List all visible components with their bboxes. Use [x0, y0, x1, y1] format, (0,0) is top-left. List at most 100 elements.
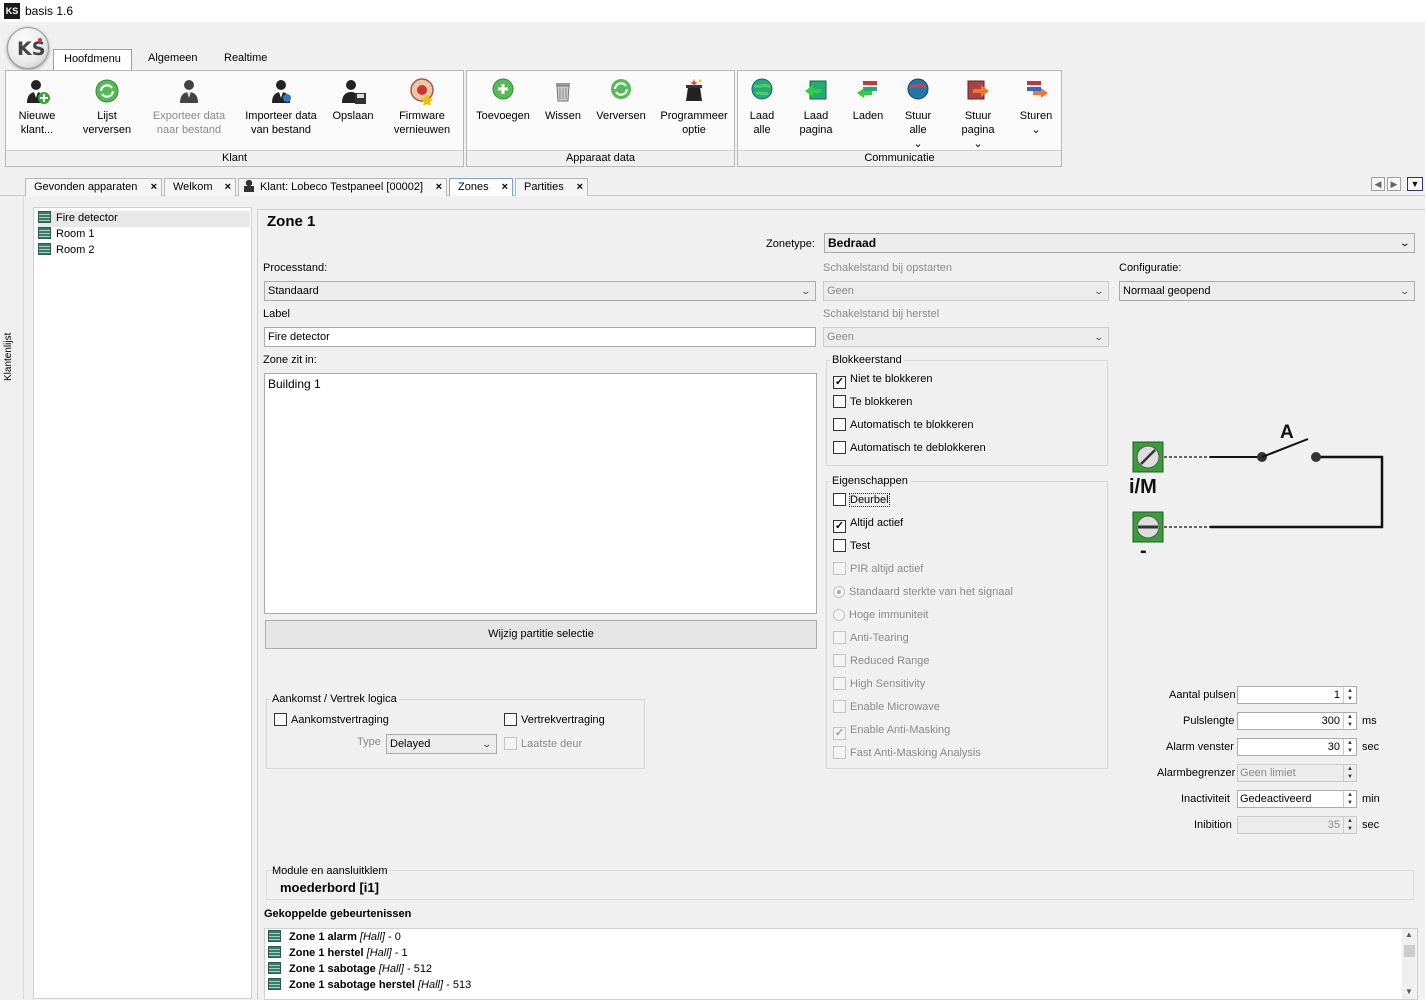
- checkbox-box[interactable]: [833, 395, 846, 408]
- tab-klant[interactable]: Klant: Lobeco Testpaneel [00002] ×: [238, 178, 447, 196]
- checkbox-box[interactable]: ✓: [833, 376, 846, 389]
- checkbox-automatisch-blokkeren[interactable]: Automatisch te blokkeren: [833, 418, 974, 434]
- scroll-up-icon[interactable]: ▲: [1405, 930, 1413, 939]
- list-item[interactable]: Zone 1 alarm [Hall] - 0: [268, 930, 401, 946]
- list-item[interactable]: Zone 1 herstel [Hall] - 1: [268, 946, 408, 962]
- checkbox-box[interactable]: [833, 677, 846, 690]
- tab-partities[interactable]: Partities ×: [515, 178, 588, 196]
- checkbox-box[interactable]: [833, 418, 846, 431]
- checkbox-box[interactable]: [833, 539, 846, 552]
- checkbox-box[interactable]: [833, 700, 846, 713]
- send-all-button[interactable]: Stuur alle ⌄: [896, 77, 940, 151]
- radio-standaard-sterkte[interactable]: Standaard sterkte van het signaal: [833, 585, 1013, 601]
- checkbox-laatste-deur[interactable]: Laatste deur: [504, 737, 582, 753]
- spinner-arrows-icon[interactable]: ▲ ▼: [1343, 687, 1356, 703]
- checkbox-fast-anti-masking[interactable]: Fast Anti-Masking Analysis: [833, 746, 981, 762]
- checkbox-enable-anti-masking[interactable]: ✓ Enable Anti-Masking: [833, 723, 950, 740]
- checkbox-box[interactable]: [833, 746, 846, 759]
- new-client-button[interactable]: Nieuwe klant...: [8, 77, 66, 137]
- configuration-select[interactable]: Normaal geopend ⌄: [1119, 281, 1415, 301]
- tab-hoofdmenu[interactable]: Hoofdmenu: [53, 49, 132, 70]
- events-scrollbar[interactable]: ▲ ▼: [1402, 929, 1417, 999]
- checkbox-enable-microwave[interactable]: Enable Microwave: [833, 700, 940, 716]
- spinner-arrows-icon[interactable]: ▲ ▼: [1343, 817, 1356, 833]
- checkbox-box[interactable]: [833, 631, 846, 644]
- type-select[interactable]: Delayed ⌄: [386, 734, 497, 754]
- tab-algemeen[interactable]: Algemeen: [138, 49, 208, 69]
- close-icon[interactable]: ×: [151, 179, 157, 195]
- checkbox-box[interactable]: ✓: [833, 727, 846, 740]
- scroll-down-icon[interactable]: ▼: [1405, 987, 1413, 996]
- tree-item-fire-detector[interactable]: Fire detector: [38, 211, 250, 227]
- checkbox-box[interactable]: [833, 654, 846, 667]
- firmware-renew-button[interactable]: Firmware vernieuwen: [386, 77, 458, 137]
- radio-button[interactable]: [833, 586, 845, 598]
- save-button[interactable]: Opslaan: [328, 77, 378, 123]
- refresh-device-button[interactable]: Verversen: [591, 77, 651, 123]
- tab-scroll-left-button[interactable]: ◀: [1371, 177, 1385, 191]
- startup-switch-select[interactable]: Geen ⌄: [823, 281, 1109, 301]
- checkbox-anti-tearing[interactable]: Anti-Tearing: [833, 631, 909, 647]
- spinner-arrows-icon[interactable]: ▲ ▼: [1343, 739, 1356, 755]
- tab-zones[interactable]: Zones ×: [449, 178, 513, 196]
- checkbox-te-blokkeren[interactable]: Te blokkeren: [833, 395, 912, 411]
- restore-switch-select[interactable]: Geen ⌄: [823, 327, 1109, 347]
- checkbox-box[interactable]: [833, 493, 846, 506]
- label-input[interactable]: Fire detector: [264, 327, 816, 347]
- close-icon[interactable]: ×: [225, 179, 231, 195]
- refresh-list-button[interactable]: Lijst verversen: [74, 77, 140, 137]
- spinner-arrows-icon[interactable]: ▲ ▼: [1343, 765, 1356, 781]
- param-pulse-length-spinner[interactable]: 300 ▲ ▼: [1237, 712, 1357, 730]
- param-inhibition-spinner[interactable]: 35 ▲ ▼: [1237, 816, 1357, 834]
- send-button[interactable]: Sturen ⌄: [1014, 77, 1058, 137]
- change-partition-button[interactable]: Wijzig partitie selectie: [265, 620, 817, 649]
- load-button[interactable]: Laden: [848, 77, 888, 123]
- tab-scroll-right-button[interactable]: ▶: [1387, 177, 1401, 191]
- param-alarm-window-spinner[interactable]: 30 ▲ ▼: [1237, 738, 1357, 756]
- send-page-button[interactable]: Stuur pagina ⌄: [952, 77, 1004, 151]
- checkbox-box[interactable]: [274, 713, 287, 726]
- checkbox-deurbel[interactable]: Deurbel: [833, 493, 890, 509]
- add-button[interactable]: Toevoegen: [471, 77, 535, 123]
- processtand-select[interactable]: Standaard ⌄: [264, 281, 816, 301]
- tab-welkom[interactable]: Welkom ×: [164, 178, 236, 196]
- import-data-button[interactable]: Importeer data van bestand: [238, 77, 324, 137]
- app-menu-button[interactable]: KS: [7, 27, 49, 69]
- zonetype-select[interactable]: Bedraad ⌄: [824, 233, 1415, 253]
- checkbox-box[interactable]: [504, 713, 517, 726]
- param-inactivity-spinner[interactable]: Gedeactiveerd ▲ ▼: [1237, 790, 1357, 808]
- checkbox-altijd-actief[interactable]: ✓ Altijd actief: [833, 516, 903, 533]
- close-icon[interactable]: ×: [502, 179, 508, 195]
- param-pulse-count-spinner[interactable]: 1 ▲ ▼: [1237, 686, 1357, 704]
- client-list-label[interactable]: Klantenlijst: [3, 333, 14, 381]
- checkbox-test[interactable]: Test: [833, 539, 870, 555]
- tree-item-room-2[interactable]: Room 2: [38, 243, 250, 259]
- zone-located-in-textarea[interactable]: Building 1: [264, 373, 817, 614]
- checkbox-niet-te-blokkeren[interactable]: ✓ Niet te blokkeren: [833, 372, 933, 389]
- checkbox-vertrekvertraging[interactable]: Vertrekvertraging: [504, 713, 605, 729]
- checkbox-box[interactable]: [504, 737, 517, 750]
- radio-hoge-immuniteit[interactable]: Hoge immuniteit: [833, 608, 928, 624]
- param-alarm-limiter-spinner[interactable]: Geen limiet ▲ ▼: [1237, 764, 1357, 782]
- delete-button[interactable]: Wissen: [541, 77, 585, 123]
- spinner-arrows-icon[interactable]: ▲ ▼: [1343, 713, 1356, 729]
- tab-gevonden-apparaten[interactable]: Gevonden apparaten ×: [25, 178, 162, 196]
- load-page-button[interactable]: Laad pagina: [794, 77, 838, 137]
- close-icon[interactable]: ×: [436, 179, 442, 195]
- checkbox-box[interactable]: [833, 441, 846, 454]
- checkbox-reduced-range[interactable]: Reduced Range: [833, 654, 930, 670]
- checkbox-aankomstvertraging[interactable]: Aankomstvertraging: [274, 713, 389, 729]
- tab-realtime[interactable]: Realtime: [214, 49, 277, 69]
- checkbox-box[interactable]: ✓: [833, 520, 846, 533]
- close-icon[interactable]: ×: [577, 179, 583, 195]
- scrollbar-thumb[interactable]: [1404, 945, 1415, 957]
- program-option-button[interactable]: Programmeer optie: [657, 77, 731, 137]
- checkbox-pir-altijd-actief[interactable]: PIR altijd actief: [833, 562, 923, 578]
- checkbox-high-sensitivity[interactable]: High Sensitivity: [833, 677, 925, 693]
- export-data-button[interactable]: Exporteer data naar bestand: [146, 77, 232, 137]
- list-item[interactable]: Zone 1 sabotage herstel [Hall] - 513: [268, 978, 471, 994]
- tree-item-room-1[interactable]: Room 1: [38, 227, 250, 243]
- checkbox-automatisch-deblokkeren[interactable]: Automatisch te deblokkeren: [833, 441, 986, 457]
- tab-list-button[interactable]: ▼: [1407, 177, 1423, 191]
- checkbox-box[interactable]: [833, 562, 846, 575]
